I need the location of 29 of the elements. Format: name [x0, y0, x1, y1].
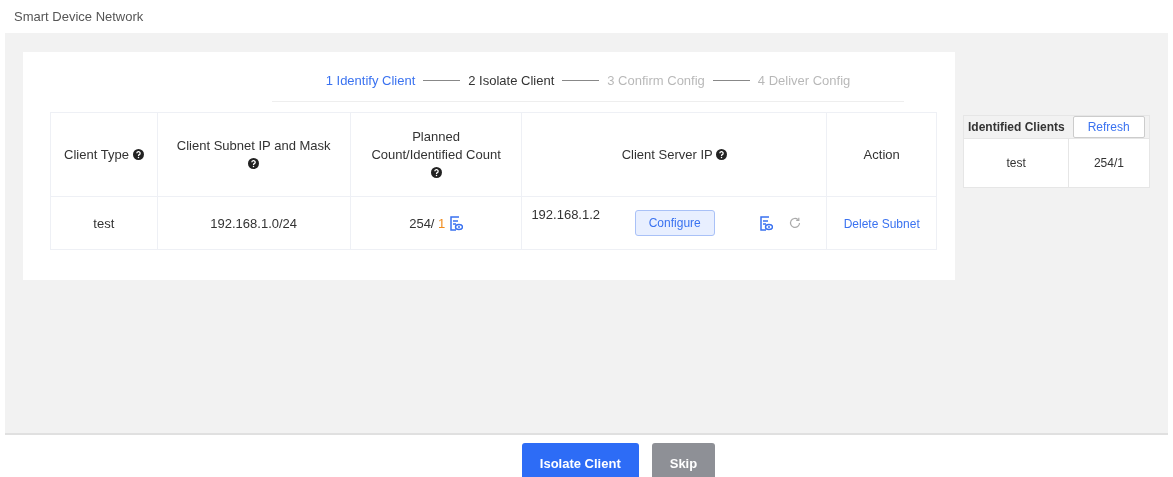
table-cell: test: [93, 215, 115, 231]
table-header: Identified Clients: [968, 120, 1065, 134]
page-title: Smart Device Network: [13, 8, 145, 26]
server-ip: 192.168.1.2: [531, 207, 601, 222]
help-icon[interactable]: [716, 148, 728, 160]
step-label: 1 Identify Client: [325, 73, 416, 88]
isolate-client-button[interactable]: Isolate Client: [521, 443, 639, 477]
identified-count: 1: [438, 215, 446, 231]
table-cell: test: [1006, 156, 1026, 170]
help-icon[interactable]: [132, 148, 144, 160]
help-icon[interactable]: [430, 166, 442, 178]
column-header: Client Subnet IP and Mask: [176, 137, 331, 153]
column-header: Planned Count/Identified Count: [371, 128, 501, 162]
column-header: Action: [863, 146, 900, 162]
table-cell: 254/1: [1093, 156, 1124, 170]
planned-count: 254/: [409, 215, 435, 231]
step-label: 4 Deliver Config: [757, 73, 851, 88]
refresh-button[interactable]: Refresh: [1072, 116, 1145, 138]
delete-subnet-link[interactable]: Delete Subnet: [843, 216, 920, 231]
table-cell: 192.168.1.0/24: [210, 215, 298, 231]
step-label: 2 Isolate Client: [468, 73, 555, 88]
step-label: 3 Confirm Config: [607, 73, 705, 88]
view-list-icon[interactable]: [448, 215, 463, 231]
configure-button[interactable]: Configure: [634, 210, 715, 236]
help-icon[interactable]: [248, 157, 260, 169]
skip-button[interactable]: Skip: [651, 443, 716, 477]
view-list-icon[interactable]: [759, 215, 774, 231]
column-header: Client Type: [64, 146, 129, 162]
column-header: Client Server IP: [621, 146, 713, 162]
